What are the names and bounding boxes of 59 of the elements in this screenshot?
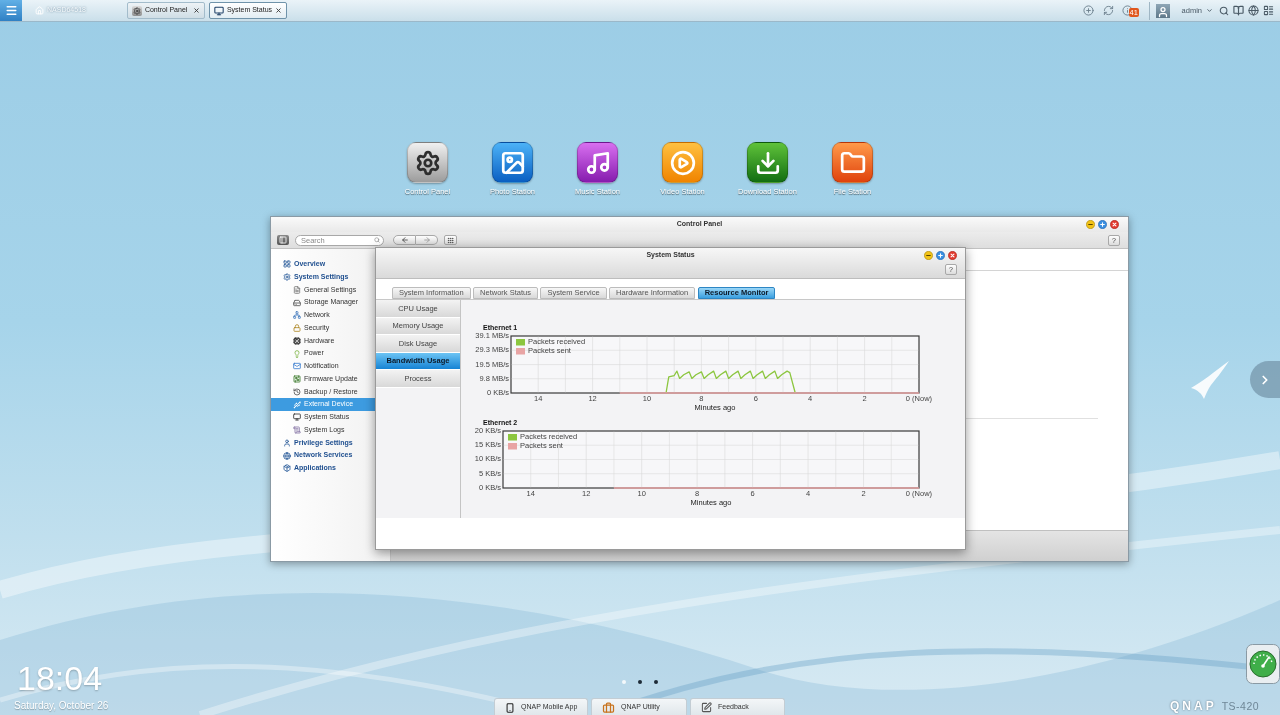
lock-icon	[293, 324, 301, 333]
toolbox-icon	[602, 701, 615, 714]
menu-button[interactable]	[0, 0, 22, 21]
lightbulb-icon	[293, 349, 301, 358]
circuit-board-icon	[293, 375, 301, 384]
hard-drive-icon	[293, 298, 301, 307]
list-icon[interactable]	[1263, 5, 1274, 16]
pen-on-note-icon	[701, 702, 712, 713]
close-icon[interactable]	[948, 250, 957, 260]
globe-icon[interactable]	[1248, 5, 1259, 16]
panel-icon	[279, 236, 287, 244]
swoosh-icon	[1190, 360, 1230, 400]
arrow-right-icon	[422, 236, 431, 244]
document-icon	[293, 285, 301, 294]
clock-time: 18:04	[17, 661, 104, 695]
forward-button[interactable]	[416, 235, 438, 245]
usb-icon	[293, 400, 301, 409]
chip-icon	[293, 336, 301, 345]
clock-date: Saturday, October 26	[14, 700, 109, 711]
close-icon[interactable]	[1110, 220, 1119, 229]
book-icon[interactable]	[1233, 5, 1244, 16]
maximize-icon[interactable]	[1098, 220, 1107, 229]
package-icon	[283, 464, 291, 473]
refresh-icon[interactable]	[1102, 5, 1114, 16]
picture-icon	[492, 142, 533, 183]
minimize-icon[interactable]	[924, 250, 933, 260]
history-icon	[293, 387, 301, 396]
globe-icon	[283, 451, 291, 460]
model-name: TS-420	[1221, 699, 1260, 714]
envelope-icon	[293, 362, 301, 371]
brand-logo: QNAP	[1170, 698, 1217, 715]
phone-icon	[505, 701, 515, 714]
folder-icon	[832, 142, 873, 183]
network-icon	[293, 311, 301, 320]
minimize-icon[interactable]	[1086, 220, 1095, 229]
arrow-left-icon	[400, 236, 409, 244]
gear-icon	[283, 273, 291, 282]
gear-icon	[407, 142, 448, 183]
grid-icon	[283, 260, 291, 269]
menu-icon	[4, 4, 18, 17]
home-icon	[35, 6, 44, 15]
avatar-icon[interactable]	[1155, 3, 1170, 18]
circle-plus-icon[interactable]	[1082, 5, 1094, 16]
apps-grid-button[interactable]	[444, 235, 457, 245]
sidebar-toggle-button[interactable]	[277, 235, 289, 245]
close-icon[interactable]	[192, 7, 200, 14]
music-note-icon	[577, 142, 618, 183]
gauge-icon[interactable]	[1246, 644, 1280, 684]
maximize-icon[interactable]	[936, 250, 945, 260]
search-icon	[374, 237, 380, 243]
monitor-icon	[213, 5, 224, 16]
close-icon[interactable]	[275, 7, 283, 14]
user-icon	[283, 438, 291, 447]
monitor-icon	[293, 413, 301, 422]
scroll-icon	[293, 426, 301, 435]
search-icon[interactable]	[1219, 5, 1229, 16]
caret-icon	[1206, 7, 1213, 14]
back-button[interactable]	[393, 235, 416, 245]
gear-icon	[131, 5, 142, 16]
